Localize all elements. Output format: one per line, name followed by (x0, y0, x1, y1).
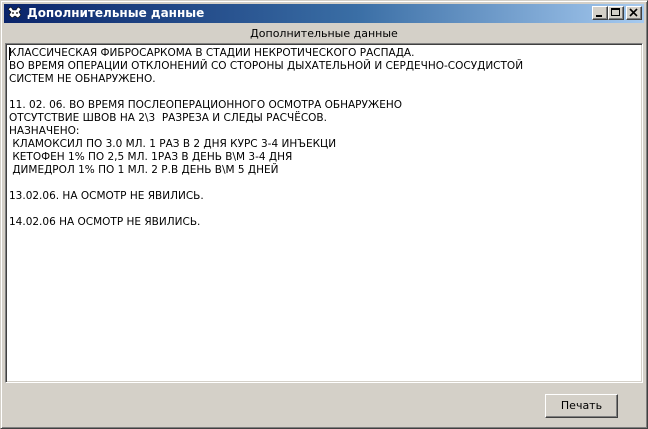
text-caret (9, 47, 10, 60)
panel-caption: Дополнительные данные (250, 27, 398, 40)
window-title: Дополнительные данные (27, 6, 205, 20)
print-button[interactable]: Печать (545, 394, 618, 418)
cat-icon (7, 6, 23, 21)
title-bar[interactable]: Дополнительные данные (4, 4, 644, 23)
notes-memo[interactable]: КЛАССИЧЕСКАЯ ФИБРОСАРКОМА В СТАДИИ НЕКРО… (5, 43, 643, 383)
maximize-button[interactable] (608, 6, 624, 20)
maximize-icon (611, 8, 620, 16)
close-icon (629, 8, 638, 17)
minimize-button[interactable] (592, 6, 608, 20)
close-button[interactable] (626, 6, 642, 20)
notes-text[interactable]: КЛАССИЧЕСКАЯ ФИБРОСАРКОМА В СТАДИИ НЕКРО… (9, 47, 638, 229)
minimize-icon (596, 15, 602, 17)
dialog-window: Дополнительные данные Дополнительные дан… (0, 0, 648, 429)
